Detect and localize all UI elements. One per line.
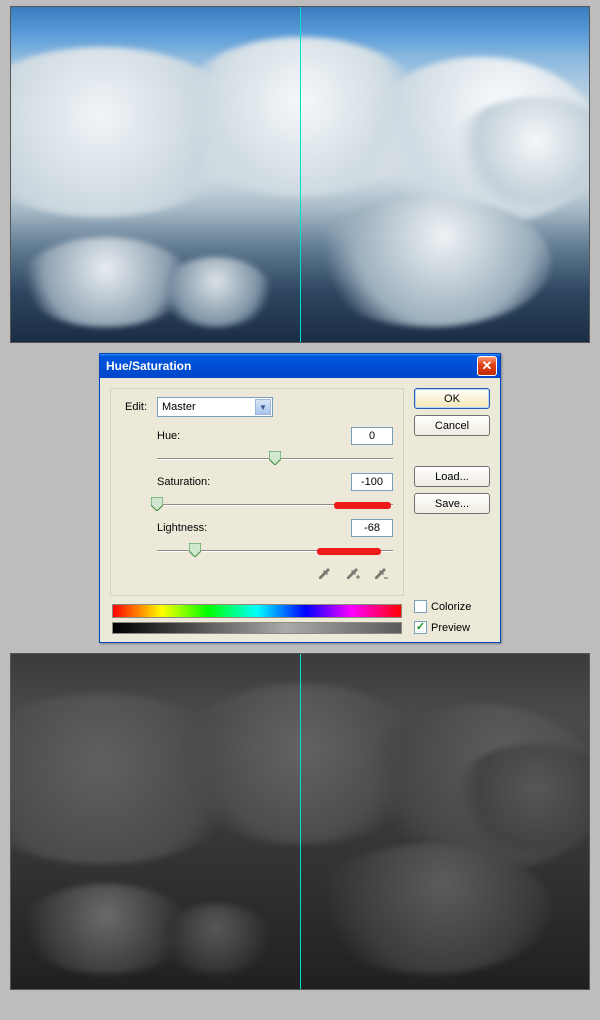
eyedropper-plus-icon[interactable] (343, 565, 361, 583)
saturation-slider[interactable] (157, 497, 393, 513)
edit-select-value: Master (162, 401, 196, 413)
edit-fieldset: Edit: Master ▼ Hue: 0 (110, 388, 404, 596)
close-button[interactable]: ✕ (477, 356, 497, 376)
saturation-label: Saturation: (157, 476, 351, 488)
edit-label: Edit: (121, 401, 151, 413)
eyedropper-minus-icon[interactable] (371, 565, 389, 583)
lightness-slider-thumb[interactable] (189, 543, 201, 557)
dialog-titlebar[interactable]: Hue/Saturation ✕ (100, 354, 500, 378)
hue-spectrum-bar (112, 604, 402, 618)
hue-slider[interactable] (157, 451, 393, 467)
lightness-label: Lightness: (157, 522, 351, 534)
lightness-highlight (317, 548, 381, 555)
chevron-down-icon: ▼ (255, 399, 271, 415)
cancel-button[interactable]: Cancel (414, 415, 490, 436)
edit-select[interactable]: Master ▼ (157, 397, 273, 417)
close-icon: ✕ (482, 358, 493, 374)
ok-button[interactable]: OK (414, 388, 490, 409)
colorize-checkbox[interactable] (414, 600, 427, 613)
hue-slider-thumb[interactable] (269, 451, 281, 465)
save-button[interactable]: Save... (414, 493, 490, 514)
saturation-input[interactable]: -100 (351, 473, 393, 491)
saturation-slider-thumb[interactable] (151, 497, 163, 511)
load-button[interactable]: Load... (414, 466, 490, 487)
hue-saturation-dialog: Hue/Saturation ✕ Edit: Master ▼ (99, 353, 501, 643)
gray-spectrum-bar (112, 622, 402, 634)
hue-input[interactable]: 0 (351, 427, 393, 445)
colorize-label: Colorize (431, 601, 471, 613)
hue-label: Hue: (157, 430, 351, 442)
preview-checkbox[interactable] (414, 621, 427, 634)
lightness-input[interactable]: -68 (351, 519, 393, 537)
saturation-highlight (334, 502, 391, 509)
lightness-slider[interactable] (157, 543, 393, 559)
dialog-title: Hue/Saturation (106, 359, 191, 373)
eyedropper-icon[interactable] (315, 565, 333, 583)
before-image (10, 6, 590, 343)
preview-label: Preview (431, 622, 470, 634)
after-image (10, 653, 590, 990)
